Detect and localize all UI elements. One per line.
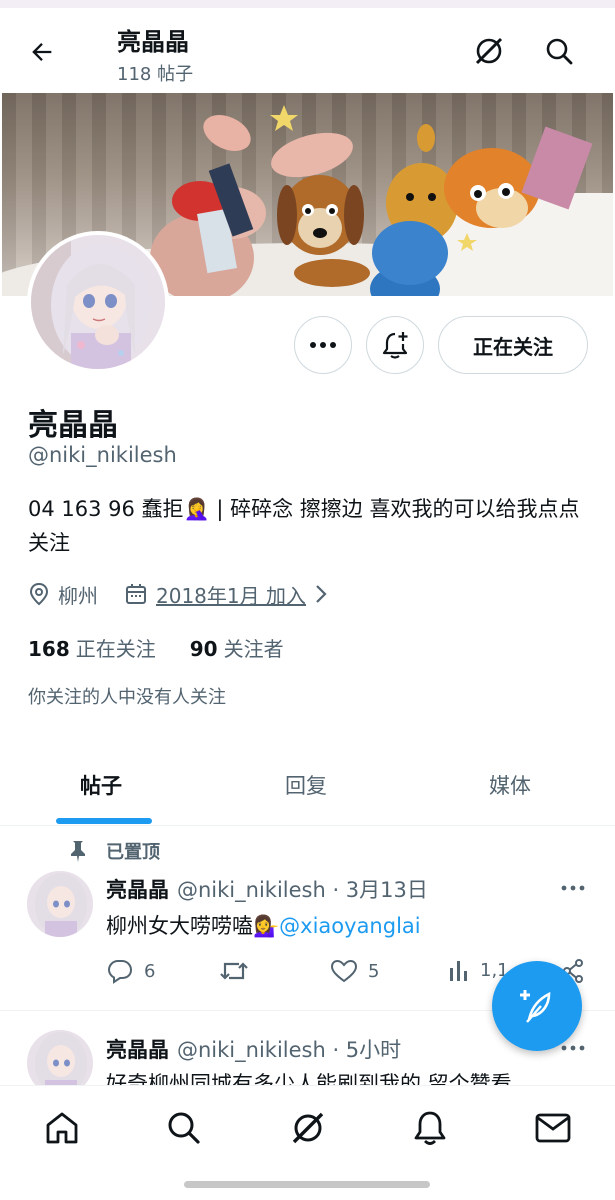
like-button[interactable]: 5 <box>330 958 379 984</box>
grok-icon <box>475 37 503 65</box>
following-button[interactable]: 正在关注 <box>438 316 588 374</box>
more-horizontal-icon <box>561 885 585 891</box>
post-header: 亮晶晶 @niki_nikilesh · 3月13日 <box>106 874 428 904</box>
heart-icon <box>330 959 358 983</box>
tab-posts[interactable]: 帖子 <box>80 770 122 800</box>
mutual-followers-text: 你关注的人中没有人关注 <box>28 687 226 708</box>
nav-notifications[interactable] <box>410 1108 450 1148</box>
following-stat[interactable]: 168 正在关注 <box>28 633 156 662</box>
back-button[interactable] <box>22 32 62 72</box>
nav-messages[interactable] <box>533 1108 573 1148</box>
header-post-count: 118 帖子 <box>117 64 194 85</box>
search-icon <box>546 38 573 65</box>
profile-location: 柳州 <box>28 580 98 609</box>
reply-icon <box>107 960 133 984</box>
grok-button[interactable] <box>468 30 510 72</box>
profile-meta: 柳州 2018年1月 加入 <box>28 578 328 610</box>
post-mention[interactable]: @xiaoyanglai <box>279 914 420 938</box>
post-more-button[interactable] <box>558 876 588 900</box>
reply-button[interactable]: 6 <box>106 958 155 984</box>
post-header: 亮晶晶 @niki_nikilesh · 5小时 <box>106 1034 401 1064</box>
profile-bio: 04 163 96 蠢拒🤦‍♀️ | 碎碎念 擦擦边 喜欢我的可以给我点点关注 <box>28 497 580 555</box>
home-indicator <box>184 1181 430 1188</box>
bottom-navigation <box>0 1085 615 1200</box>
profile-avatar[interactable] <box>27 231 169 373</box>
profile-header: 亮晶晶 118 帖子 <box>0 10 615 92</box>
header-title: 亮晶晶 <box>117 28 189 56</box>
nav-grok[interactable] <box>288 1108 328 1148</box>
retweet-icon <box>220 962 248 980</box>
bell-plus-icon <box>382 332 408 359</box>
anime-girl-avatar-image <box>27 871 93 937</box>
post-text[interactable]: 柳州女大唠唠嗑💁‍♀️@xiaoyanglai <box>106 910 421 940</box>
following-label: 正在关注 <box>75 637 156 661</box>
post-author-name[interactable]: 亮晶晶 <box>106 874 169 904</box>
search-button[interactable] <box>538 30 580 72</box>
search-icon <box>168 1112 200 1144</box>
arrow-left-icon <box>32 43 52 61</box>
more-horizontal-icon <box>561 1045 585 1051</box>
tab-media[interactable]: 媒体 <box>489 770 531 800</box>
more-options-button[interactable] <box>294 316 352 374</box>
anime-girl-avatar-image <box>31 235 165 369</box>
mail-icon <box>535 1113 571 1143</box>
home-icon <box>46 1112 78 1144</box>
follow-stats: 168 正在关注 90 关注者 <box>28 633 318 662</box>
bell-icon <box>414 1111 446 1145</box>
location-pin-icon <box>29 582 49 606</box>
following-count: 168 <box>28 637 70 661</box>
bar-chart-icon <box>450 961 467 981</box>
profile-handle: @niki_nikilesh <box>28 443 177 467</box>
nav-search[interactable] <box>164 1108 204 1148</box>
followers-label: 关注者 <box>223 637 284 661</box>
pinned-label: 已置顶 <box>68 838 160 864</box>
post-body: 柳州女大唠唠嗑💁‍♀️ <box>106 914 280 938</box>
notify-button[interactable] <box>366 316 424 374</box>
location-text: 柳州 <box>58 583 98 608</box>
views-button[interactable]: 1,1 <box>448 958 509 982</box>
pinned-text: 已置顶 <box>106 842 160 863</box>
post-avatar[interactable] <box>27 871 93 937</box>
retweet-button[interactable] <box>218 958 250 984</box>
grok-icon <box>292 1112 324 1144</box>
more-horizontal-icon <box>310 342 336 348</box>
post-author-name[interactable]: 亮晶晶 <box>106 1034 169 1064</box>
profile-name: 亮晶晶 <box>28 408 118 443</box>
like-count: 5 <box>368 960 380 982</box>
compose-feather-icon <box>520 990 551 1023</box>
followers-count: 90 <box>189 637 218 661</box>
profile-tabs: 帖子 回复 媒体 <box>0 752 615 826</box>
status-strip <box>0 0 615 8</box>
pin-icon <box>71 841 85 862</box>
followers-stat[interactable]: 90 关注者 <box>190 633 284 662</box>
active-tab-indicator <box>56 818 152 824</box>
compose-button[interactable] <box>492 961 582 1051</box>
post-author-handle[interactable]: @niki_nikilesh · 3月13日 <box>177 874 428 904</box>
joined-text: 2018年1月 加入 <box>156 583 306 608</box>
tab-replies[interactable]: 回复 <box>285 770 327 800</box>
reply-count: 6 <box>144 960 156 982</box>
calendar-icon <box>126 584 146 604</box>
chevron-right-icon <box>314 583 328 605</box>
profile-joined[interactable]: 2018年1月 加入 <box>124 580 328 609</box>
post-author-handle[interactable]: @niki_nikilesh · 5小时 <box>177 1034 401 1064</box>
nav-home[interactable] <box>42 1108 82 1148</box>
